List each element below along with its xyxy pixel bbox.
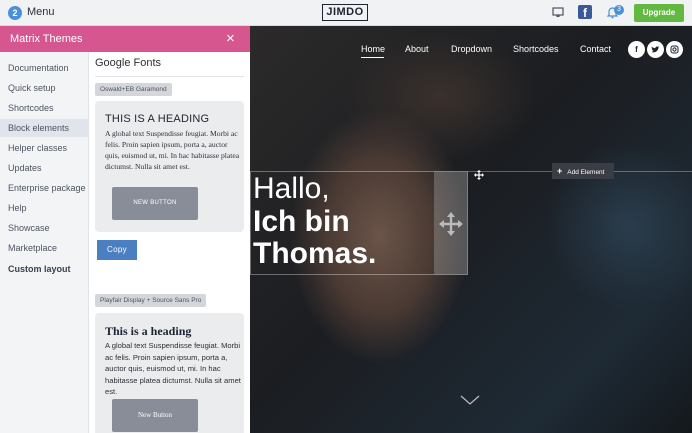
add-element-button[interactable]: + Add Element — [552, 163, 614, 179]
preview-button[interactable]: New Button — [112, 399, 198, 432]
sidebar-item-updates[interactable]: Updates — [0, 159, 88, 177]
section-title: Google Fonts — [95, 57, 162, 69]
font-pair-tag: Playfair Display + Source Sans Pro — [95, 294, 207, 307]
upgrade-button[interactable]: Upgrade — [634, 4, 684, 22]
sidebar-item-block-elements[interactable]: Block elements — [0, 119, 88, 137]
facebook-icon[interactable]: f — [628, 41, 645, 58]
website-preview: Home About Dropdown Shortcodes Contact f… — [250, 26, 692, 433]
hero-heading-line-2: Ich bin — [253, 205, 350, 238]
hero-heading-line-3: Thomas. — [253, 237, 377, 270]
menu-button[interactable]: Menu — [27, 6, 55, 18]
sidebar-item-showcase[interactable]: Showcase — [0, 219, 88, 237]
font-preview-card: This is a heading A global text Suspendi… — [95, 313, 244, 433]
preview-text: A global text Suspendisse feugiat. Morbi… — [105, 129, 240, 171]
sidebar: Documentation Quick setup Shortcodes Blo… — [0, 52, 89, 433]
jimdo-logo[interactable]: JIMDO — [322, 4, 368, 21]
close-icon[interactable]: × — [226, 31, 235, 46]
panel-title: Matrix Themes — [10, 33, 83, 45]
font-preview-card: THIS IS A HEADING A global text Suspendi… — [95, 101, 244, 232]
preview-text: A global text Suspendisse feugiat. Morbi… — [105, 341, 241, 396]
content-panel: Google Fonts Oswald+EB Garamond THIS IS … — [89, 52, 250, 433]
nav-shortcodes[interactable]: Shortcodes — [513, 44, 559, 54]
instagram-icon[interactable] — [666, 41, 683, 58]
nav-active-indicator — [361, 57, 384, 58]
panel-header: Matrix Themes × — [0, 26, 250, 52]
add-element-label: Add Element — [567, 169, 605, 176]
sidebar-item-custom-layout[interactable]: Custom layout — [0, 260, 88, 278]
move-icon[interactable] — [437, 210, 465, 238]
plus-icon: + — [557, 166, 563, 176]
sidebar-item-enterprise-package[interactable]: Enterprise package — [0, 179, 88, 197]
facebook-icon[interactable]: f — [578, 5, 592, 19]
notification-badge: 3 — [614, 5, 624, 15]
chevron-down-icon[interactable] — [460, 394, 480, 406]
sidebar-item-shortcodes[interactable]: Shortcodes — [0, 99, 88, 117]
sidebar-item-helper-classes[interactable]: Helper classes — [0, 139, 88, 157]
monitor-icon[interactable] — [552, 7, 564, 18]
divider — [95, 76, 244, 77]
twitter-icon[interactable] — [647, 41, 664, 58]
nav-home[interactable]: Home — [361, 44, 385, 54]
nav-dropdown[interactable]: Dropdown — [451, 44, 492, 54]
preview-heading: THIS IS A HEADING — [105, 113, 210, 125]
font-pair-tag: Oswald+EB Garamond — [95, 83, 172, 96]
move-cursor-icon — [474, 170, 484, 180]
nav-contact[interactable]: Contact — [580, 44, 611, 54]
sidebar-item-quick-setup[interactable]: Quick setup — [0, 79, 88, 97]
preview-button[interactable]: NEW BUTTON — [112, 187, 198, 220]
hero-heading-line-1: Hallo, — [253, 172, 330, 205]
nav-about[interactable]: About — [405, 44, 429, 54]
menu-badge[interactable]: 2 — [8, 6, 22, 20]
sidebar-item-help[interactable]: Help — [0, 199, 88, 217]
sidebar-item-documentation[interactable]: Documentation — [0, 59, 88, 77]
copy-button[interactable]: Copy — [97, 240, 137, 260]
top-bar: 2 Menu JIMDO f 3 Upgrade — [0, 0, 692, 26]
preview-heading: This is a heading — [105, 324, 192, 338]
sidebar-item-marketplace[interactable]: Marketplace — [0, 239, 88, 257]
